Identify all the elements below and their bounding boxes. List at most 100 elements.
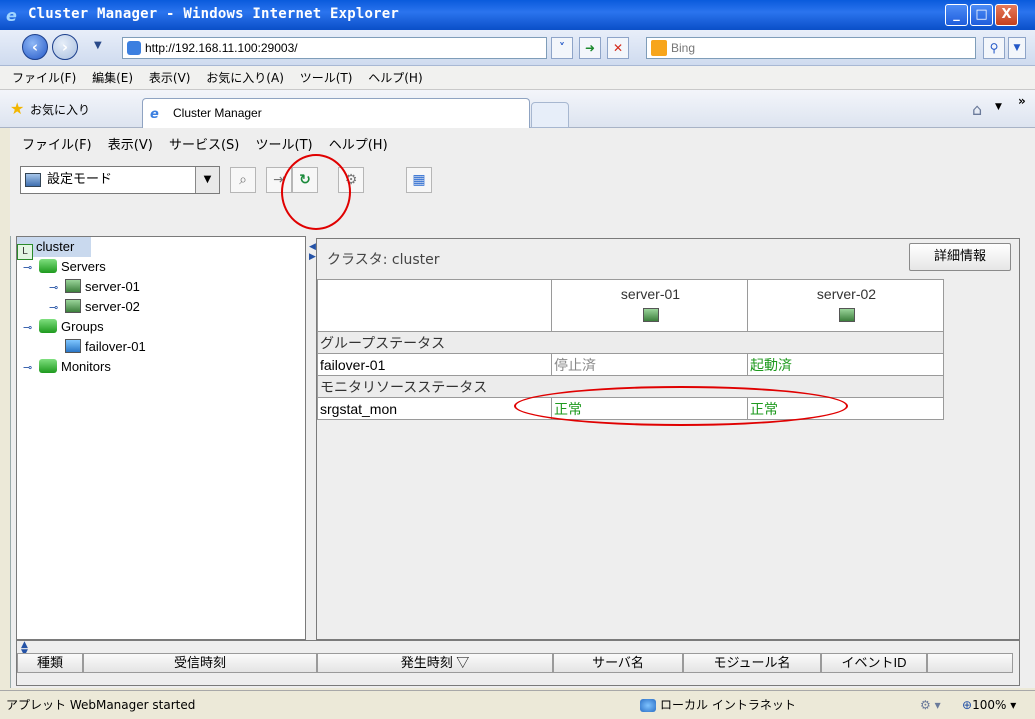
corner-cell [317,279,552,332]
server-icon [65,279,81,293]
forward-button[interactable]: › [52,34,78,60]
grid-tool-icon[interactable]: ▦ [406,167,432,193]
minimize-button[interactable]: _ [945,4,968,26]
collapse-icon[interactable]: ⊸ [23,318,39,338]
mode-icon [25,173,41,187]
server-icon [642,308,659,322]
splitter-arrows-icon[interactable]: ◀ ▶ [309,242,316,262]
tree-node-servers[interactable]: ⊸ Servers [17,257,305,277]
tree-node-failover-01[interactable]: failover-01 [17,337,305,357]
browser-menu-favorites[interactable]: お気に入り(A) [206,71,284,85]
column-filler [927,653,1013,673]
server-header-label: server-02 [816,286,877,302]
group-status-server-02: 起動済 [747,353,944,376]
mode-select[interactable]: 設定モード ▼ [20,166,220,194]
mode-select-value: 設定モード [47,172,113,187]
tree-monitors-label: Monitors [61,359,111,374]
status-panel: クラスタ: cluster 詳細情報 server-01 server-02 グ… [316,238,1020,640]
page-icon [127,41,141,55]
maximize-button[interactable]: □ [970,4,993,26]
ie-logo-icon: e [6,6,17,25]
home-dropdown-icon[interactable]: ▼ [995,102,1002,112]
zoom-control[interactable]: ⊕100% ▾ [962,691,1016,719]
server-header-2: server-02 [747,279,944,332]
folder-icon [39,259,57,273]
server-icon [65,299,81,313]
tree-node-monitors[interactable]: ⊸ Monitors [17,357,305,377]
favorites-button[interactable]: お気に入り [30,101,90,118]
browser-menu-view[interactable]: 表示(V) [149,71,191,85]
event-log-panel: ▲▼ 種類 受信時刻 発生時刻 ▽ サーバ名 モジュール名 イベントID [16,640,1020,686]
tree-node-groups[interactable]: ⊸ Groups [17,317,305,337]
app-menu-tools[interactable]: ツール(T) [256,138,313,153]
column-type[interactable]: 種類 [17,653,83,673]
browser-menu-tools[interactable]: ツール(T) [300,71,353,85]
history-dropdown-icon[interactable]: ▼ [94,40,102,51]
column-received-time[interactable]: 受信時刻 [83,653,317,673]
server-header-label: server-01 [620,286,681,302]
app-toolbar: 設定モード ▼ ⌕ ⇥ ↻ ⚙ ▦ [10,154,1035,236]
group-status-server-01: 停止済 [551,353,748,376]
cluster-tree: Lcluster ⊸ Servers ⊸ server-01 ⊸ server-02 … [16,236,306,640]
ie-tab-icon: e [150,107,159,122]
status-bar: アプレット WebManager started ローカル イントラネット ⚙ … [0,690,1035,719]
browser-menu-edit[interactable]: 編集(E) [92,71,133,85]
address-input[interactable]: http://192.168.11.100:29003/ [122,37,547,59]
tree-cluster-label: cluster [36,239,75,254]
go-button[interactable]: ➜ [579,37,601,59]
tree-group-label: failover-01 [85,339,146,354]
tree-node-cluster[interactable]: Lcluster [17,237,91,260]
folder-icon [39,319,57,333]
address-toolbar: ‹ › ▼ http://192.168.11.100:29003/ ˅ ➜ ✕… [0,30,1035,66]
close-button[interactable]: X [995,4,1018,26]
column-server-name[interactable]: サーバ名 [553,653,683,673]
app-menu-service[interactable]: サービス(S) [169,138,239,153]
table-row[interactable]: failover-01 停止済 起動済 [317,353,944,376]
search-icon[interactable]: ⚲ [983,37,1005,59]
address-dropdown-icon[interactable]: ˅ [551,37,573,59]
browser-menu-file[interactable]: ファイル(F) [12,71,76,85]
search-tool-icon[interactable]: ⌕ [230,167,256,193]
server-header-1: server-01 [551,279,748,332]
server-icon [838,308,855,322]
highlight-circle-refresh [281,154,351,230]
zoom-label: 100% [972,698,1007,712]
tree-node-server-01[interactable]: ⊸ server-01 [17,277,305,297]
tree-groups-label: Groups [61,319,104,334]
app-menu-help[interactable]: ヘルプ(H) [329,138,388,153]
back-button[interactable]: ‹ [22,34,48,60]
new-tab-button[interactable] [531,102,569,128]
expand-icon[interactable]: ⊸ [23,358,39,378]
tree-server-label: server-01 [85,279,140,294]
expand-icon[interactable]: ⊸ [49,298,65,318]
window-title: Cluster Manager - Windows Internet Explo… [28,6,400,22]
detail-info-button[interactable]: 詳細情報 [909,243,1011,271]
search-input[interactable]: Bing [646,37,976,59]
app-menu-file[interactable]: ファイル(F) [22,138,92,153]
event-log-header: 種類 受信時刻 発生時刻 ▽ サーバ名 モジュール名 イベントID [17,653,1017,673]
column-event-id[interactable]: イベントID [821,653,927,673]
tree-servers-label: Servers [61,259,106,274]
search-options-icon[interactable]: ▼ [1008,37,1026,59]
protected-mode-icon[interactable]: ⚙ ▾ [920,691,941,719]
chevron-more-icon[interactable]: » [1018,94,1026,108]
column-occurred-time[interactable]: 発生時刻 ▽ [317,653,553,673]
tab-cluster-manager[interactable]: Cluster Manager [142,98,530,128]
folder-icon [39,359,57,373]
tree-server-label: server-02 [85,299,140,314]
column-module-name[interactable]: モジュール名 [683,653,821,673]
star-icon: ★ [10,99,25,118]
collapse-icon[interactable]: ⊸ [23,258,39,278]
tree-node-server-02[interactable]: ⊸ server-02 [17,297,305,317]
favorites-bar: ★ お気に入り Cluster Manager e ⌂ ▼ » [0,90,1035,128]
zoom-icon: ⊕ [962,698,973,712]
chevron-down-icon[interactable]: ▼ [195,167,219,193]
expand-icon[interactable]: ⊸ [49,278,65,298]
browser-menu-help[interactable]: ヘルプ(H) [368,71,422,85]
bing-logo-icon [651,40,667,56]
zone-label: ローカル イントラネット [660,698,796,712]
highlight-ellipse-monitor-status [514,386,848,426]
app-menu-view[interactable]: 表示(V) [108,138,153,153]
home-icon[interactable]: ⌂ [972,100,982,119]
stop-button[interactable]: ✕ [607,37,629,59]
